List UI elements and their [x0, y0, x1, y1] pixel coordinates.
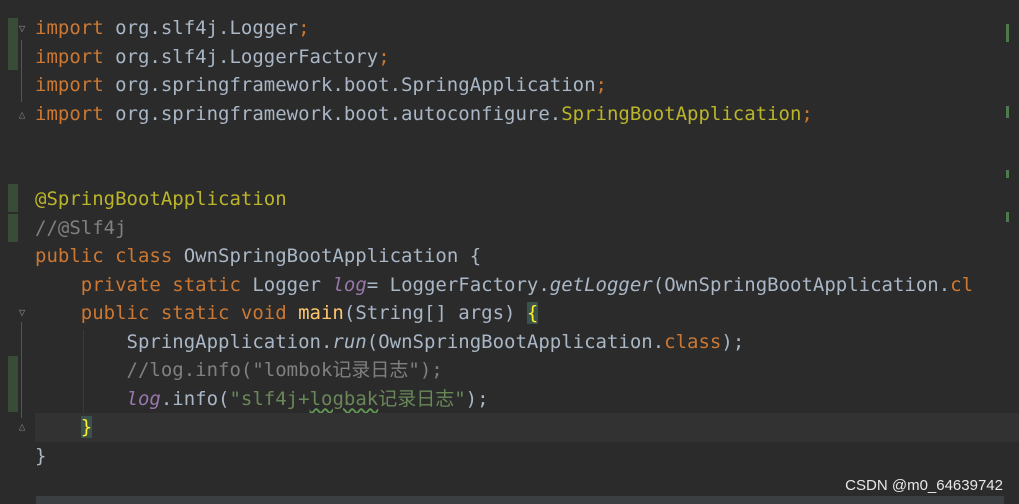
code-token: = LoggerFactory. — [366, 273, 550, 296]
code-token: ); — [465, 387, 489, 410]
error-stripe-marker[interactable] — [1006, 212, 1009, 222]
code-token: log — [332, 273, 367, 296]
code-line[interactable]: //log.info("lombok记录日志"); — [35, 356, 1019, 385]
watermark-text: CSDN @m0_64639742 — [845, 477, 1003, 494]
code-line[interactable]: import org.slf4j.Logger; — [35, 14, 1019, 43]
code-token: import — [35, 17, 104, 39]
error-stripe-marker[interactable] — [1006, 106, 1009, 118]
code-line[interactable]: import org.springframework.boot.SpringAp… — [35, 71, 1019, 100]
code-token: 记录日志" — [378, 387, 466, 410]
code-line[interactable]: @SpringBootApplication — [35, 185, 1019, 214]
code-editor[interactable]: ▽ △ ▽ △ import org.slf4j.Logger; import o… — [0, 0, 1019, 504]
code-token: //@Slf4j — [35, 216, 127, 239]
code-token: public class — [35, 245, 184, 267]
fold-end-icon[interactable]: △ — [16, 420, 28, 434]
fold-collapse-icon[interactable]: ▽ — [16, 22, 28, 36]
code-token: (OwnSpringBootApplication. — [366, 330, 665, 353]
code-token: ; — [801, 102, 813, 125]
code-token: log — [126, 387, 161, 410]
vcs-change-marker — [8, 356, 18, 412]
code-token: { — [526, 302, 539, 324]
code-token: (OwnSpringBootApplication. — [652, 273, 951, 296]
code-token: SpringBootApplication — [561, 102, 802, 125]
code-token: import — [35, 102, 104, 125]
code-line[interactable]: public static void main(String[] args) { — [35, 299, 1019, 328]
code-token: ; — [378, 45, 390, 68]
code-token: .info( — [160, 387, 230, 410]
code-token: org.springframework.boot.SpringApplicati… — [103, 74, 596, 96]
code-token: run — [332, 330, 367, 353]
code-line[interactable]: //@Slf4j — [35, 214, 1019, 243]
code-area[interactable]: import org.slf4j.Logger; import org.slf4j… — [35, 14, 1019, 470]
editor-gutter: ▽ △ ▽ △ — [0, 0, 30, 504]
code-token: OwnSpringBootApplication { — [183, 245, 482, 267]
code-token: org.slf4j.Logger — [103, 17, 299, 39]
fold-guide-line — [21, 40, 22, 102]
code-token: cl — [950, 273, 974, 296]
code-token: @SpringBootApplication — [35, 188, 287, 210]
code-token: SpringApplication. — [126, 330, 333, 353]
code-line[interactable] — [35, 157, 1019, 186]
code-token: main — [298, 302, 344, 324]
code-token: logbak — [309, 387, 379, 410]
vcs-change-marker — [8, 184, 18, 212]
code-line[interactable]: SpringApplication.run(OwnSpringBootAppli… — [35, 328, 1019, 357]
horizontal-scrollbar[interactable] — [36, 496, 1004, 504]
code-line[interactable]: public class OwnSpringBootApplication { — [35, 242, 1019, 271]
error-stripe-marker[interactable] — [1006, 24, 1009, 42]
vcs-change-marker — [8, 214, 18, 242]
code-token: } — [80, 416, 93, 438]
code-token: org.slf4j.LoggerFactory — [103, 45, 379, 68]
code-line[interactable]: import org.springframework.boot.autoconf… — [35, 100, 1019, 129]
code-token: class — [664, 330, 722, 353]
error-stripe-marker[interactable] — [1006, 170, 1009, 178]
code-token: //log.info("lombok记录日志"); — [126, 359, 443, 381]
code-line[interactable]: log.info("slf4j+logbak记录日志"); — [35, 385, 1019, 414]
code-token: org.springframework.boot.autoconfigure. — [103, 102, 562, 125]
code-token: } — [35, 444, 47, 467]
code-token: import — [35, 45, 104, 68]
code-token: (String[] args) — [343, 302, 527, 324]
code-token: ); — [721, 330, 745, 353]
code-token: ; — [298, 17, 310, 39]
code-token: "slf4j+ — [229, 387, 310, 410]
code-token: import — [35, 74, 104, 96]
code-token: ; — [595, 74, 607, 96]
code-line[interactable]: } — [35, 442, 1019, 471]
code-token: public static void — [80, 302, 299, 324]
fold-collapse-icon[interactable]: ▽ — [16, 306, 28, 320]
code-token: Logger — [252, 273, 333, 296]
code-token: getLogger — [549, 273, 653, 296]
code-line[interactable]: private static Logger log= LoggerFactory… — [35, 271, 1019, 300]
code-line[interactable]: import org.slf4j.LoggerFactory; — [35, 43, 1019, 72]
fold-guide-line — [21, 322, 22, 418]
code-token: private static — [80, 273, 253, 296]
code-line[interactable] — [35, 128, 1019, 157]
code-line[interactable]: } — [35, 413, 1019, 442]
fold-end-icon[interactable]: △ — [16, 108, 28, 122]
